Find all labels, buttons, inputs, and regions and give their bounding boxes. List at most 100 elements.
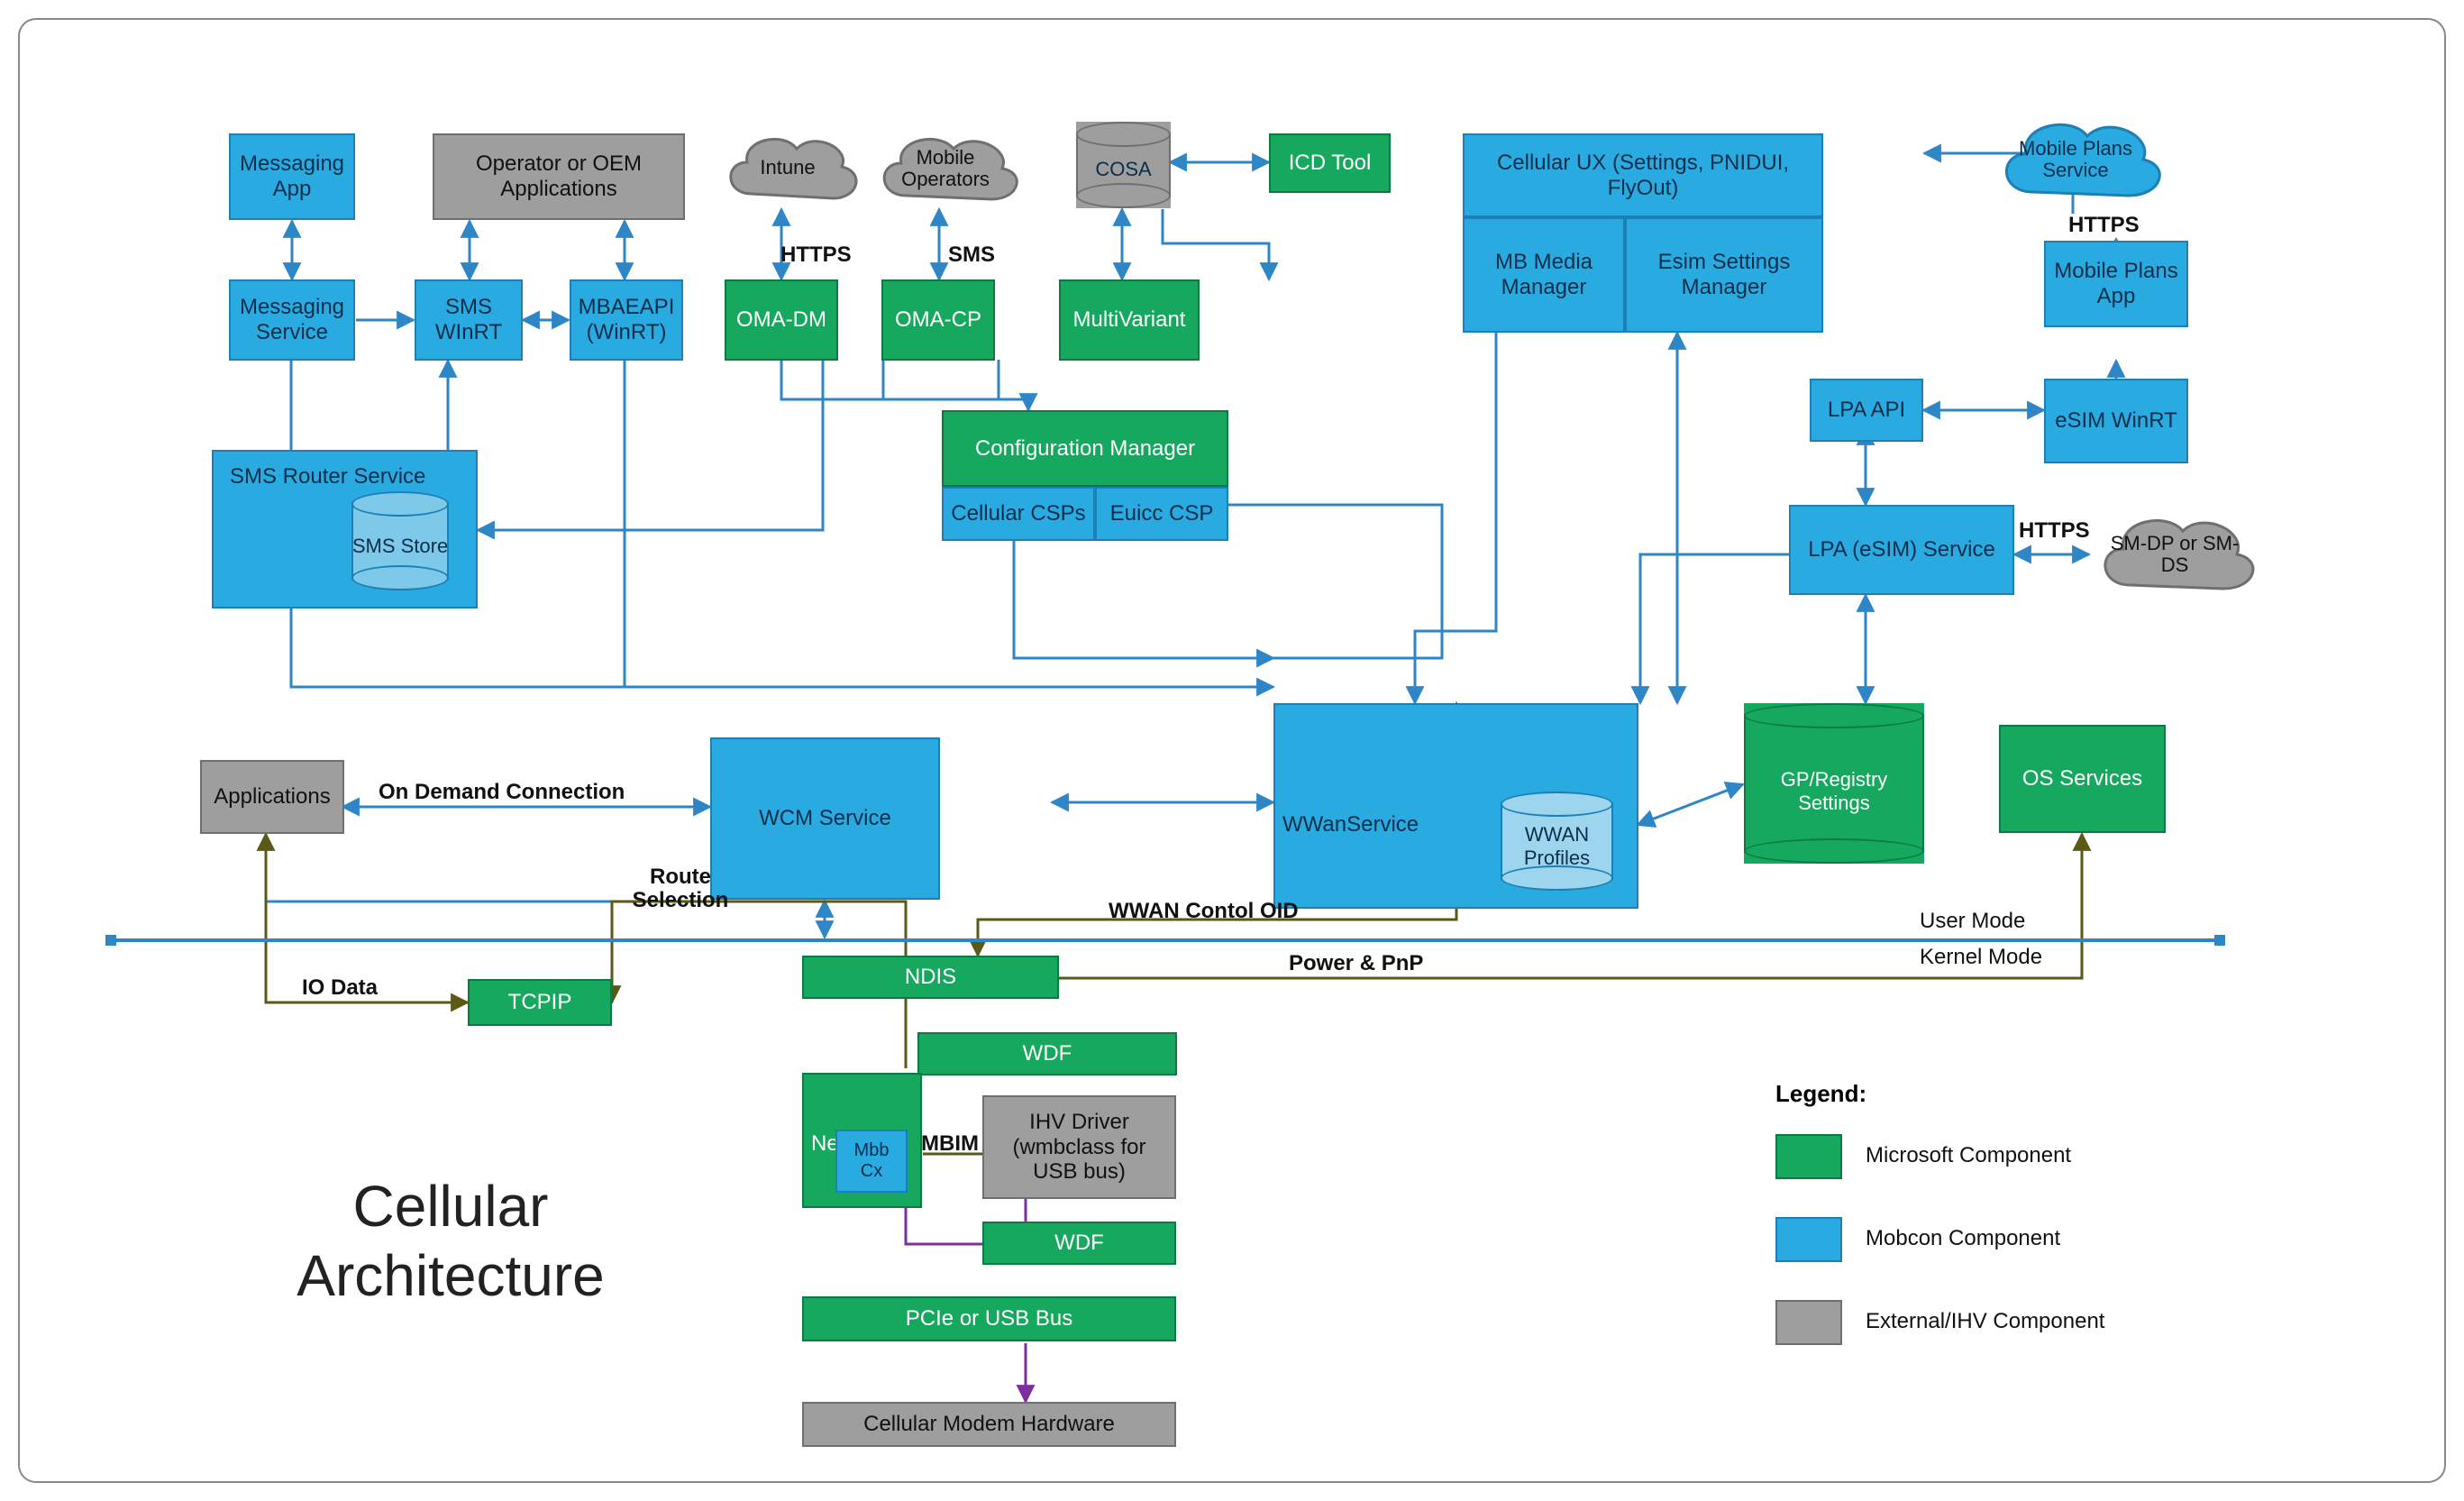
node-lpa-api: LPA API [1810,379,1923,442]
node-applications: Applications [200,760,344,834]
node-os-services: OS Services [1999,725,2166,833]
node-oma-dm: OMA-DM [725,279,838,361]
node-esim-settings-manager: Esim Settings Manager [1625,217,1823,333]
title-line1: Cellular [353,1174,549,1239]
node-wdf-1: WDF [917,1032,1177,1075]
label: GP/Registry Settings [1744,768,1924,815]
node-ndis: NDIS [802,956,1059,999]
label-user-mode: User Mode [1920,909,2025,934]
label: Mobile Plans Service [1990,138,2161,181]
edge-label-sms: SMS [948,243,995,268]
label: SM-DP or SM-DS [2089,533,2260,576]
edge-label-https-smdp: HTTPS [2019,518,2090,544]
label: LPA API [1828,398,1905,423]
cyl-wwan-profiles: WWAN Profiles [1501,792,1613,891]
cloud-smdp-smds: SM-DP or SM-DS [2089,500,2260,604]
legend-swatch-external [1775,1300,1842,1345]
label: WCM Service [759,806,891,831]
node-pcie-usb-bus: PCIe or USB Bus [802,1296,1176,1341]
label: Mobile Plans App [2053,259,2179,308]
label: Cellular Modem Hardware [863,1412,1115,1437]
label: Cellular UX (Settings, PNIDUI, FlyOut) [1472,151,1814,200]
node-esim-winrt: eSIM WinRT [2044,379,2188,463]
node-mb-media-manager: MB Media Manager [1463,217,1625,333]
edge-label-io-data: IO Data [302,975,378,1001]
label: MB Media Manager [1472,250,1616,299]
label: OS Services [2022,766,2142,792]
node-messaging-app: Messaging App [229,133,355,220]
label: WWAN Profiles [1501,823,1613,870]
label: Messaging Service [238,295,346,344]
legend-label-mobcon: Mobcon Component [1866,1226,2060,1251]
legend-label-external: External/IHV Component [1866,1309,2104,1334]
label: OMA-DM [736,307,826,333]
cyl-gp-registry: GP/Registry Settings [1744,703,1924,864]
node-icd-tool: ICD Tool [1269,133,1391,193]
label: Euicc CSP [1110,501,1214,526]
label: Intune [716,157,860,178]
label: OMA-CP [895,307,981,333]
mode-divider [111,938,2220,942]
node-mbae-api: MBAEAPI (WinRT) [570,279,683,361]
title-line2: Architecture [297,1243,604,1308]
cloud-mobile-operators: Mobile Operators [869,122,1022,212]
node-sms-winrt: SMS WInRT [415,279,523,361]
label: WDF [1023,1041,1072,1066]
node-mobile-plans-app: Mobile Plans App [2044,241,2188,327]
legend-swatch-mobcon [1775,1217,1842,1262]
cyl-sms-store: SMS Store [351,491,449,590]
label: Configuration Manager [975,436,1195,462]
node-ihv-driver: IHV Driver (wmbclass for USB bus) [982,1095,1176,1199]
node-wdf-2: WDF [982,1222,1176,1265]
label: MultiVariant [1073,307,1186,333]
node-mbbcx: Mbb Cx [835,1130,908,1193]
label: Mbb Cx [844,1140,899,1182]
label: WWanService [1282,812,1419,837]
edge-label-wwan-oid: WWAN Contol OID [1109,899,1299,924]
node-tcpip: TCPIP [468,979,612,1026]
label: Cellular CSPs [951,501,1085,526]
label: NDIS [905,965,956,990]
label: Operator or OEM Applications [442,151,676,201]
label: PCIe or USB Bus [906,1306,1072,1332]
node-operator-oem-apps: Operator or OEM Applications [433,133,685,220]
label-kernel-mode: Kernel Mode [1920,945,2042,970]
label: LPA (eSIM) Service [1808,537,1995,563]
diagram-title: Cellular Architecture [212,1172,689,1311]
label: TCPIP [508,990,572,1015]
label: ICD Tool [1289,151,1372,176]
label: Esim Settings Manager [1634,250,1814,299]
node-cellular-ux: Cellular UX (Settings, PNIDUI, FlyOut) [1463,133,1823,217]
label: eSIM WinRT [2055,408,2177,434]
label: MBAEAPI (WinRT) [579,295,675,344]
node-multivariant: MultiVariant [1059,279,1200,361]
edge-label-https-mobileplans: HTTPS [2068,213,2140,238]
node-oma-cp: OMA-CP [881,279,995,361]
label: SMS WInRT [424,295,514,344]
cloud-intune: Intune [716,122,860,212]
label: Applications [214,784,330,810]
label: Messaging App [238,151,346,201]
label: SMS Router Service [230,464,425,490]
node-messaging-service: Messaging Service [229,279,355,361]
node-euicc-csp: Euicc CSP [1095,487,1228,541]
legend-label-microsoft: Microsoft Component [1866,1143,2071,1168]
cloud-mobile-plans-service: Mobile Plans Service [1990,104,2161,212]
label: WDF [1054,1231,1104,1256]
edge-label-power-pnp: Power & PnP [1289,951,1423,976]
legend-swatch-microsoft [1775,1134,1842,1179]
legend-title: Legend: [1775,1080,1866,1108]
edge-label-on-demand: On Demand Connection [379,780,625,805]
edge-label-mbim: MBIM [921,1131,979,1157]
node-cellular-modem-hw: Cellular Modem Hardware [802,1402,1176,1447]
cyl-cosa: COSA [1076,122,1171,208]
node-configuration-manager: Configuration Manager [942,410,1228,487]
label: Mobile Operators [869,147,1022,190]
label: SMS Store [351,535,449,558]
label: COSA [1076,158,1171,181]
label: IHV Driver (wmbclass for USB bus) [991,1110,1167,1185]
node-cellular-csps: Cellular CSPs [942,487,1095,541]
edge-label-https-intune: HTTPS [780,243,852,268]
edge-label-route-selection: Route Selection [604,865,757,913]
node-lpa-esim-service: LPA (eSIM) Service [1789,505,2014,595]
